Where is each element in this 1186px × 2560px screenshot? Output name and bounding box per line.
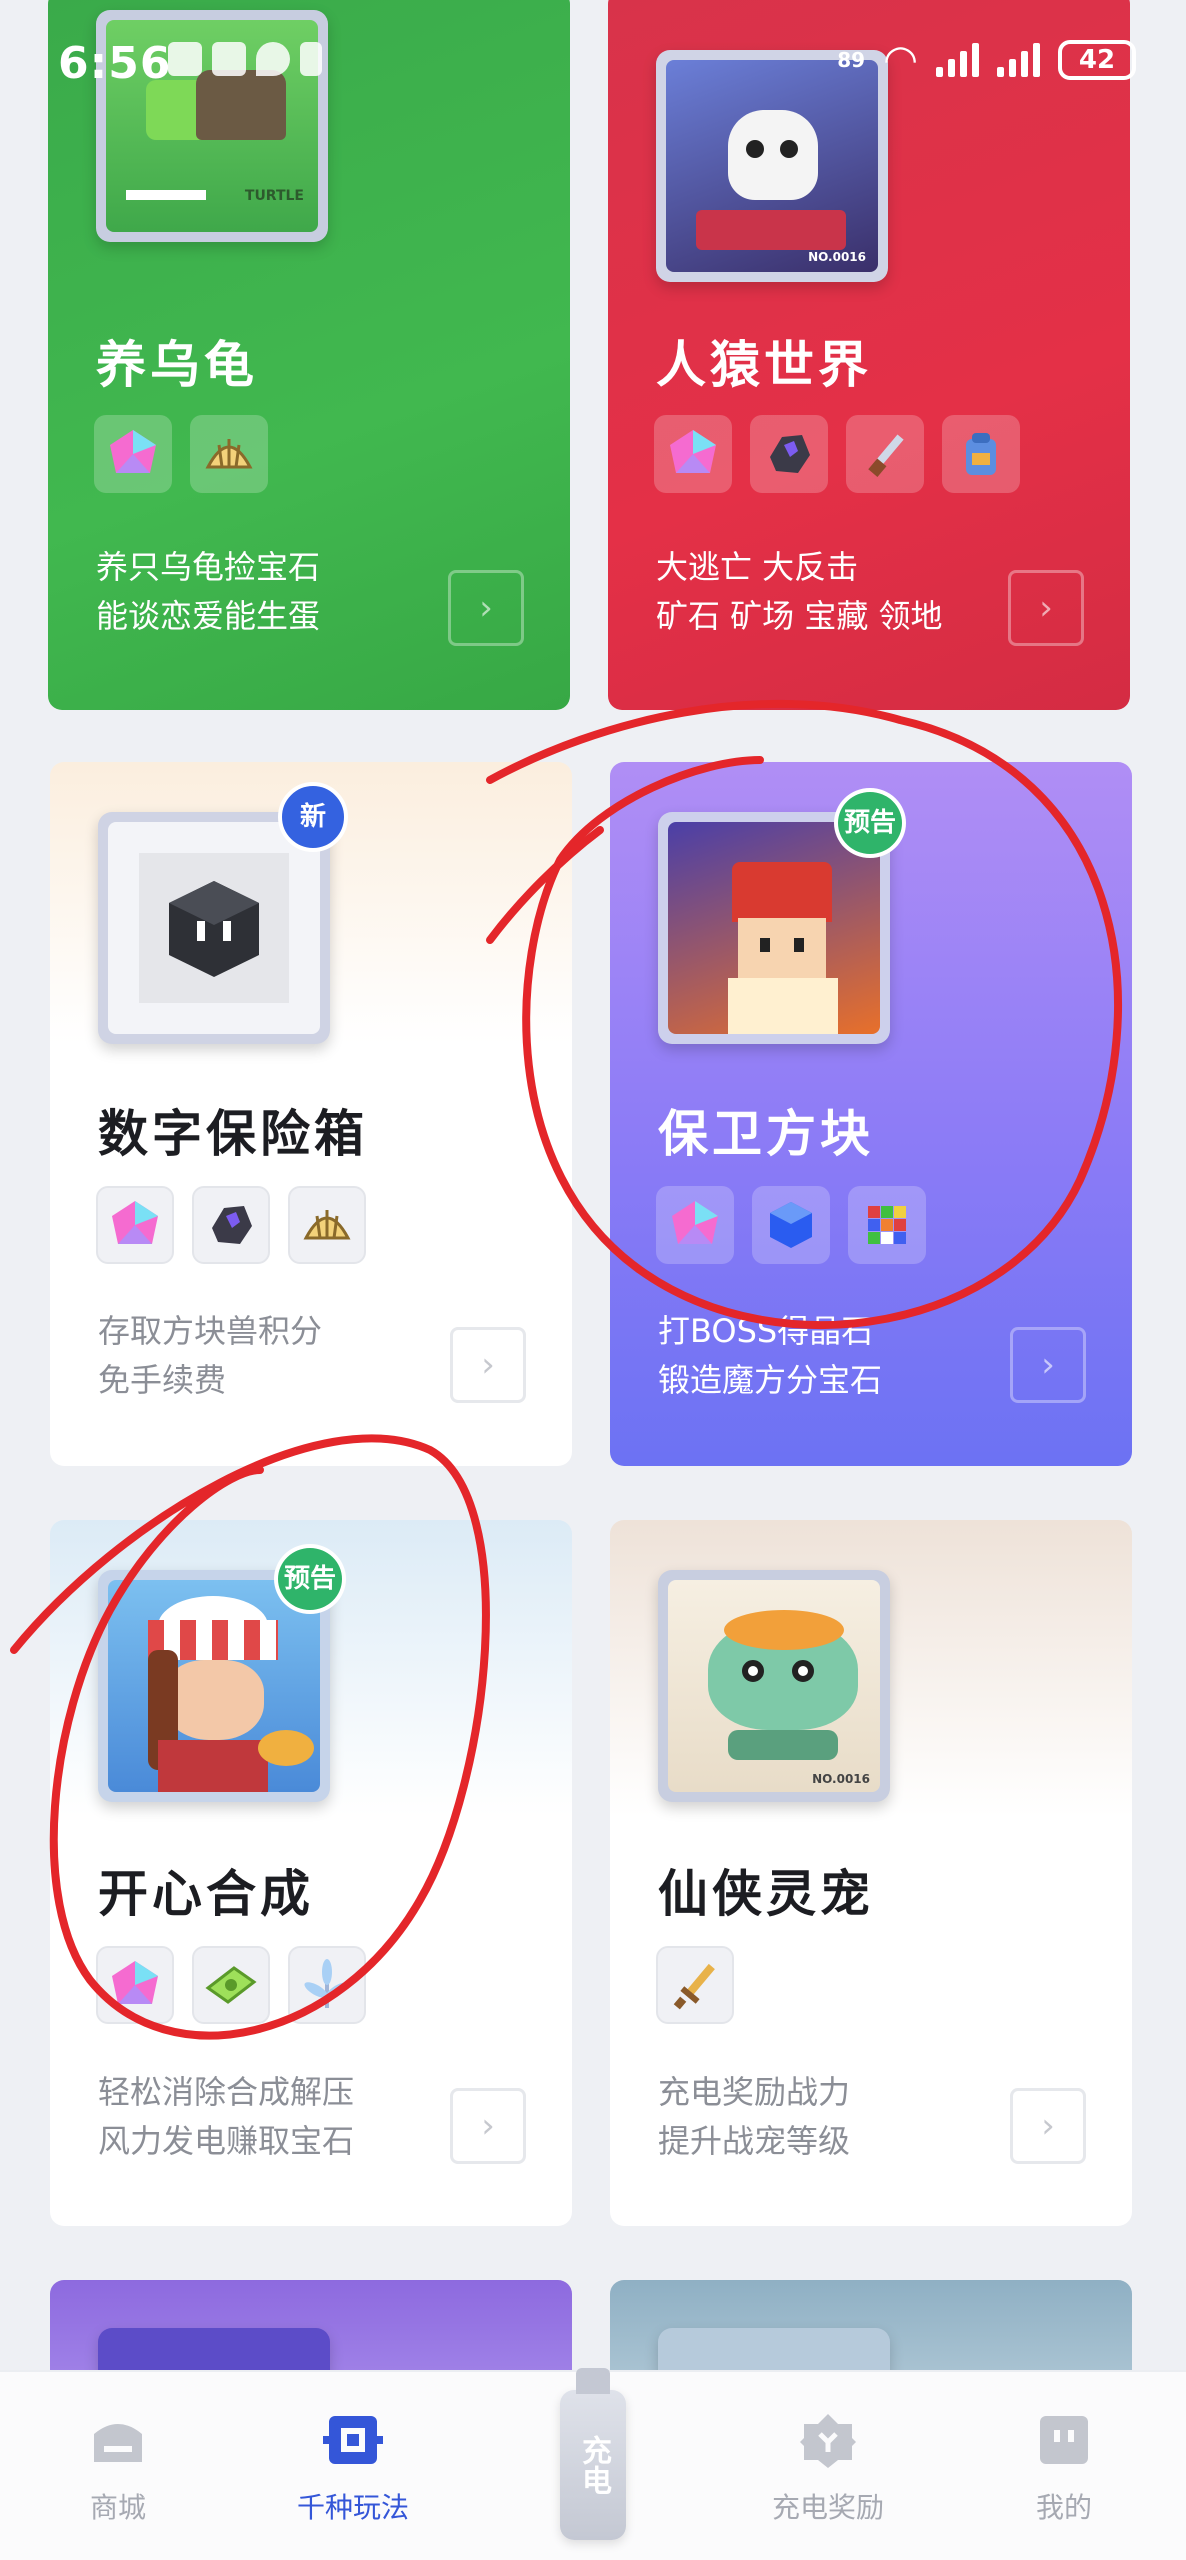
card-title: 人猿世界 [656, 336, 872, 394]
nav-label: 我的 [1035, 2491, 1092, 2524]
nav-label: 商城 [89, 2491, 146, 2524]
charger-button[interactable]: 充电 [560, 2368, 626, 2540]
card-gem-list [96, 1946, 366, 2024]
card-gem-list [656, 1946, 734, 2024]
game-card-immortal-pet[interactable]: NO.0016 仙侠灵宠 充电奖励战力 提升战宠等级 › [610, 1520, 1132, 2226]
nav-item-rewards[interactable]: 充电奖励 [728, 2412, 928, 2526]
card-gem-list [96, 1186, 366, 1264]
chevron-right-icon[interactable]: › [1010, 2088, 1086, 2164]
shell-icon [288, 1186, 366, 1264]
card-title: 数字保险箱 [98, 1105, 368, 1163]
thumb-label: NO.0016 [812, 1772, 870, 1786]
profile-icon [1034, 2412, 1094, 2468]
crystal-gem-icon [96, 1946, 174, 2024]
desc-line: 提升战宠等级 [658, 2122, 851, 2160]
nav-item-profile[interactable]: 我的 [964, 2412, 1164, 2526]
windmill-icon [288, 1946, 366, 2024]
new-badge: 新 [278, 782, 348, 852]
desc-line: 锻造魔方分宝石 [658, 1361, 883, 1399]
blue-cube-icon [752, 1186, 830, 1264]
card-title: 保卫方块 [658, 1105, 874, 1163]
game-thumbnail: NO.0016 [658, 1570, 890, 1802]
sword-icon [656, 1946, 734, 2024]
crystal-gem-icon [96, 1186, 174, 1264]
chevron-right-icon[interactable]: › [448, 570, 524, 646]
charging-label-icon [126, 190, 206, 200]
crystal-gem-icon [654, 415, 732, 493]
preview-badge: 预告 [834, 788, 906, 858]
desc-line: 能谈恋爱能生蛋 [96, 597, 321, 635]
thumb-label: NO.0016 [808, 250, 866, 264]
card-title: 养乌龟 [96, 336, 258, 394]
card-title: 开心合成 [98, 1865, 314, 1923]
game-card-turtle[interactable]: TURTLE 养乌龟 养只乌龟捡宝石 能谈恋爱能生蛋 › [48, 0, 570, 710]
desc-line: 大逃亡 大反击 [656, 548, 859, 586]
card-description: 养只乌龟捡宝石 能谈恋爱能生蛋 [96, 543, 320, 641]
desc-line: 轻松消除合成解压 [98, 2073, 355, 2111]
ore-icon [192, 1186, 270, 1264]
chevron-right-icon[interactable]: › [450, 1327, 526, 1403]
desc-line: 打BOSS得晶石 [658, 1312, 874, 1350]
chevron-right-icon[interactable]: › [1010, 1327, 1086, 1403]
nav-label: 充电奖励 [771, 2491, 884, 2524]
thumb-label: TURTLE [244, 188, 304, 204]
game-thumbnail: NO.0016 [656, 50, 888, 282]
cash-icon [192, 1946, 270, 2024]
preview-badge: 预告 [274, 1544, 346, 1614]
desc-line: 充电奖励战力 [658, 2073, 851, 2111]
bottom-navigation: 商城 千种玩法 充电 充电奖励 我的 [0, 2368, 1186, 2560]
card-description: 大逃亡 大反击 矿石 矿场 宝藏 领地 [656, 543, 943, 641]
game-card-ape-world[interactable]: NO.0016 人猿世界 大逃亡 大反击 矿石 矿场 宝藏 领地 › [608, 0, 1130, 710]
game-card-digital-vault[interactable]: 新 数字保险箱 存取方块兽积分 免手续费 › [50, 762, 572, 1466]
nav-item-games[interactable]: 千种玩法 [253, 2412, 453, 2526]
games-icon [323, 2412, 383, 2468]
card-description: 打BOSS得晶石 锻造魔方分宝石 [658, 1307, 882, 1405]
crystal-gem-icon [94, 415, 172, 493]
card-gem-list [94, 415, 268, 493]
desc-line: 矿石 矿场 宝藏 领地 [656, 597, 943, 635]
card-gem-list [656, 1186, 926, 1264]
rubik-cube-icon [848, 1186, 926, 1264]
card-description: 充电奖励战力 提升战宠等级 [658, 2068, 850, 2166]
desc-line: 免手续费 [98, 1361, 227, 1399]
game-card-happy-merge[interactable]: 预告 开心合成 轻松消除合成解压 风力发电赚取宝石 › [50, 1520, 572, 2226]
nav-label: 千种玩法 [296, 2491, 409, 2524]
chevron-right-icon[interactable]: › [450, 2088, 526, 2164]
card-gem-list [654, 415, 1020, 493]
dagger-icon [846, 415, 924, 493]
shop-icon [88, 2412, 148, 2468]
backpack-icon [942, 415, 1020, 493]
desc-line: 养只乌龟捡宝石 [96, 548, 321, 586]
card-description: 存取方块兽积分 免手续费 [98, 1307, 322, 1405]
desc-line: 存取方块兽积分 [98, 1312, 323, 1350]
game-card-defend-block[interactable]: 预告 保卫方块 打BOSS得晶石 锻造魔方分宝石 › [610, 762, 1132, 1466]
cube-logo-icon [169, 881, 259, 977]
shell-icon [190, 415, 268, 493]
ore-icon [750, 415, 828, 493]
nav-item-shop[interactable]: 商城 [18, 2412, 218, 2526]
chevron-right-icon[interactable]: › [1008, 570, 1084, 646]
game-thumbnail: TURTLE [96, 10, 328, 242]
desc-line: 风力发电赚取宝石 [98, 2122, 355, 2160]
reward-icon [798, 2412, 858, 2468]
crystal-gem-icon [656, 1186, 734, 1264]
card-description: 轻松消除合成解压 风力发电赚取宝石 [98, 2068, 354, 2166]
card-title: 仙侠灵宠 [658, 1865, 874, 1923]
